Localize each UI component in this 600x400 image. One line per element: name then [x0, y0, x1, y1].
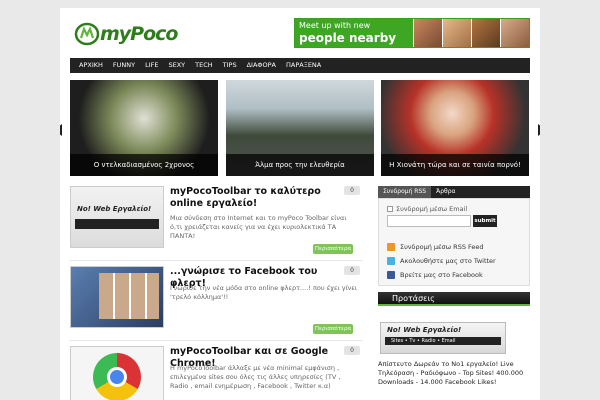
nav-item-life[interactable]: LIFE: [140, 58, 163, 73]
divider: [70, 260, 362, 261]
post-thumbnail[interactable]: No! Web Εργαλείο!: [70, 186, 164, 248]
tab-articles[interactable]: Άρθρα: [431, 186, 460, 198]
facebook-link-label: Βρείτε μας στο Facebook: [400, 271, 483, 279]
thumb-text: No! Web Εργαλείο!: [77, 205, 152, 213]
slide-caption: Ο ντελκαδιασμένος 2χρονος: [70, 154, 218, 176]
comment-count[interactable]: 0: [344, 346, 360, 355]
logo-swirl-icon: [74, 22, 100, 46]
sidebar-tabs: Συνδρομή RSS Άρθρα: [378, 186, 530, 198]
ad-photo: [442, 19, 471, 47]
slide[interactable]: Η Χιονάτη τώρα και σε ταινία πορνό!: [381, 80, 529, 176]
ad-photo: [500, 19, 529, 47]
post-item: myPocoToolbar και σε Google Chrome! Η my…: [70, 346, 362, 400]
slide[interactable]: Άλμα προς την ελευθερία: [226, 80, 374, 176]
section-title: Προτάσεις: [392, 294, 435, 303]
checkbox-icon[interactable]: [387, 206, 393, 212]
nav-item-weird[interactable]: ΠΑΡΑΞΕΝΑ: [281, 58, 326, 73]
post-excerpt: Η myPocoToolbar άλλαξε με νέα minimal εμ…: [170, 364, 341, 390]
slide-caption: Άλμα προς την ελευθερία: [226, 154, 374, 176]
read-more-button[interactable]: Περισσότερα: [313, 324, 353, 334]
section-header: Προτάσεις: [378, 292, 530, 306]
post-excerpt: Μια σύνδεση στο Internet και το myPoco T…: [170, 214, 347, 240]
facebook-icon: [387, 271, 395, 279]
post-thumbnail[interactable]: [70, 346, 164, 400]
email-subscribe-text: Συνδρομή μέσω Email: [396, 205, 468, 213]
comment-count[interactable]: 0: [344, 266, 360, 275]
rss-icon: [387, 243, 395, 251]
promo-strip-text: Sites • Tv • Radio • Email: [391, 338, 456, 344]
ad-photo: [471, 19, 500, 47]
slider-prev-icon[interactable]: [60, 124, 62, 136]
nav-item-home[interactable]: ΑΡΧΙΚΗ: [74, 58, 108, 73]
nav-item-tech[interactable]: TECH: [190, 58, 218, 73]
nav-item-tips[interactable]: TIPS: [218, 58, 242, 73]
ad-line-2: people nearby: [299, 31, 397, 45]
main-nav: ΑΡΧΙΚΗ FUNNY LIFE SEXY TECH TIPS ΔΙΑΦΟΡΑ…: [70, 58, 530, 73]
slide[interactable]: Ο ντελκαδιασμένος 2χρονος: [70, 80, 218, 176]
facebook-link[interactable]: Βρείτε μας στο Facebook: [387, 270, 483, 280]
comment-count[interactable]: 0: [344, 186, 360, 195]
email-subscribe-label: Συνδρομή μέσω Email: [387, 205, 467, 213]
twitter-link[interactable]: Ακολουθήστε μας στο Twitter: [387, 256, 496, 266]
subscribe-box: Συνδρομή μέσω Email submit Συνδρομή μέσω…: [378, 198, 530, 286]
post-item: No! Web Εργαλείο! myPocoToolbar το καλύτ…: [70, 186, 362, 256]
nav-item-funny[interactable]: FUNNY: [108, 58, 140, 73]
promo-title: No! Web Εργαλείο!: [387, 326, 462, 334]
ad-photo: [413, 19, 442, 47]
rss-link-label: Συνδρομή μέσω RSS Feed: [400, 243, 484, 251]
page: myPoco Meet up with new people nearby ΑΡ…: [60, 8, 540, 400]
post-thumbnail[interactable]: [70, 266, 164, 328]
post-title[interactable]: myPocoToolbar το καλύτερο online εργαλεί…: [170, 186, 340, 210]
ad-text-block: Meet up with new people nearby: [295, 19, 413, 47]
promo-banner[interactable]: No! Web Εργαλείο! Sites • Tv • Radio • E…: [380, 322, 506, 354]
nav-item-misc[interactable]: ΔΙΑΦΟΡΑ: [242, 58, 281, 73]
nav-item-sexy[interactable]: SEXY: [163, 58, 190, 73]
featured-slider: Ο ντελκαδιασμένος 2χρονος Άλμα προς την …: [70, 80, 530, 176]
divider: [70, 340, 362, 341]
ad-banner[interactable]: Meet up with new people nearby: [294, 18, 530, 48]
post-excerpt: Γνώρισε την νέα μόδα στο online φλερτ...…: [170, 284, 358, 301]
submit-button[interactable]: submit: [473, 215, 497, 227]
logo-text: myPoco: [100, 23, 178, 45]
thumb-photo-grid: [99, 273, 159, 319]
post-item: ...γνώρισε το Facebook του φλερτ! Γνώρισ…: [70, 266, 362, 336]
thumb-strip: [75, 219, 159, 229]
read-more-button[interactable]: Περισσότερα: [313, 244, 353, 254]
twitter-icon: [387, 257, 395, 265]
rss-link[interactable]: Συνδρομή μέσω RSS Feed: [387, 242, 484, 252]
promo-text: Απίστευτο Δωρεάν το No1 εργαλείο! Live Τ…: [378, 360, 524, 386]
tab-rss[interactable]: Συνδρομή RSS: [378, 186, 432, 198]
ad-line-1: Meet up with new: [299, 21, 371, 30]
email-field[interactable]: [387, 215, 471, 227]
twitter-link-label: Ακολουθήστε μας στο Twitter: [400, 257, 496, 265]
chrome-logo-icon: [93, 353, 141, 400]
slider-next-icon[interactable]: [538, 124, 540, 136]
site-logo[interactable]: myPoco: [74, 22, 184, 46]
slide-caption: Η Χιονάτη τώρα και σε ταινία πορνό!: [381, 154, 529, 176]
